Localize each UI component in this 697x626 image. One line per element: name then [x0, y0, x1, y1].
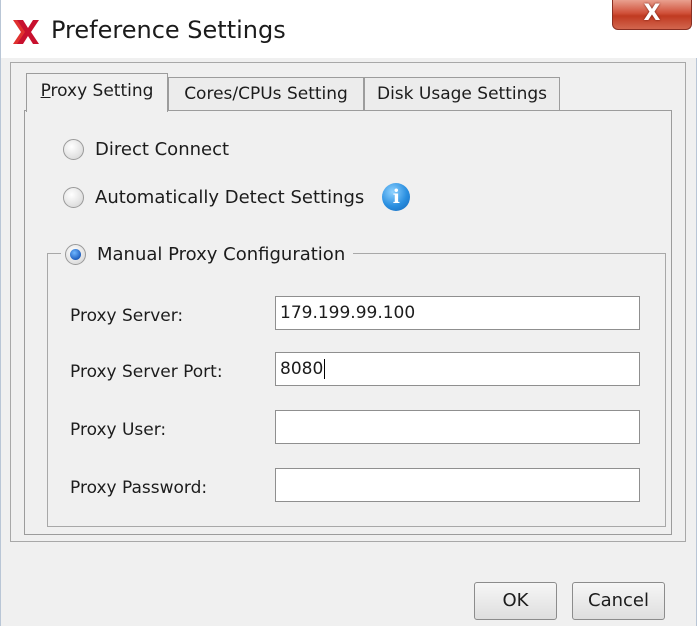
direct-connect-option[interactable]: Direct Connect: [63, 136, 229, 162]
tab-mnemonic: P: [40, 81, 51, 101]
manual-proxy-label: Manual Proxy Configuration: [97, 243, 346, 265]
tab-label: Cores/CPUs Setting: [184, 84, 348, 104]
manual-proxy-option[interactable]: Manual Proxy Configuration: [61, 241, 354, 267]
tab-disk-usage-settings[interactable]: Disk Usage Settings: [364, 77, 560, 110]
proxy-server-port-value: 8080: [280, 359, 324, 379]
proxy-user-label: Proxy User:: [70, 420, 167, 440]
proxy-server-input[interactable]: 179.199.99.100: [275, 296, 640, 330]
title-bar[interactable]: Preference Settings X: [1, 0, 697, 58]
tab-label: Disk Usage Settings: [376, 84, 548, 104]
auto-detect-option[interactable]: Automatically Detect Settings i: [63, 183, 411, 211]
auto-detect-label: Automatically Detect Settings: [95, 186, 365, 208]
tab-cores-cpus-setting[interactable]: Cores/CPUs Setting: [168, 77, 364, 110]
proxy-user-input[interactable]: [275, 410, 640, 444]
preference-settings-dialog: Preference Settings X Proxy Setting Core…: [0, 0, 697, 626]
ok-button[interactable]: OK: [474, 582, 557, 620]
proxy-server-value: 179.199.99.100: [280, 303, 416, 323]
tab-label-rest: roxy Setting: [50, 81, 154, 101]
manual-proxy-radio[interactable]: [65, 243, 86, 265]
text-caret: [324, 359, 326, 379]
close-icon: X: [643, 1, 661, 26]
auto-detect-radio[interactable]: [63, 186, 84, 208]
proxy-password-input[interactable]: [275, 468, 640, 502]
close-button[interactable]: X: [612, 0, 692, 30]
tab-proxy-setting[interactable]: Proxy Setting: [26, 73, 168, 112]
cancel-button[interactable]: Cancel: [572, 582, 665, 620]
info-icon[interactable]: i: [382, 183, 411, 211]
proxy-password-label: Proxy Password:: [70, 478, 208, 498]
proxy-server-port-label: Proxy Server Port:: [70, 362, 223, 382]
direct-connect-radio[interactable]: [63, 138, 84, 160]
proxy-server-port-input[interactable]: 8080: [275, 352, 640, 386]
window-title: Preference Settings: [51, 16, 286, 44]
xilinx-logo-icon: [13, 20, 39, 44]
proxy-server-label: Proxy Server:: [70, 306, 184, 326]
direct-connect-label: Direct Connect: [95, 138, 230, 160]
